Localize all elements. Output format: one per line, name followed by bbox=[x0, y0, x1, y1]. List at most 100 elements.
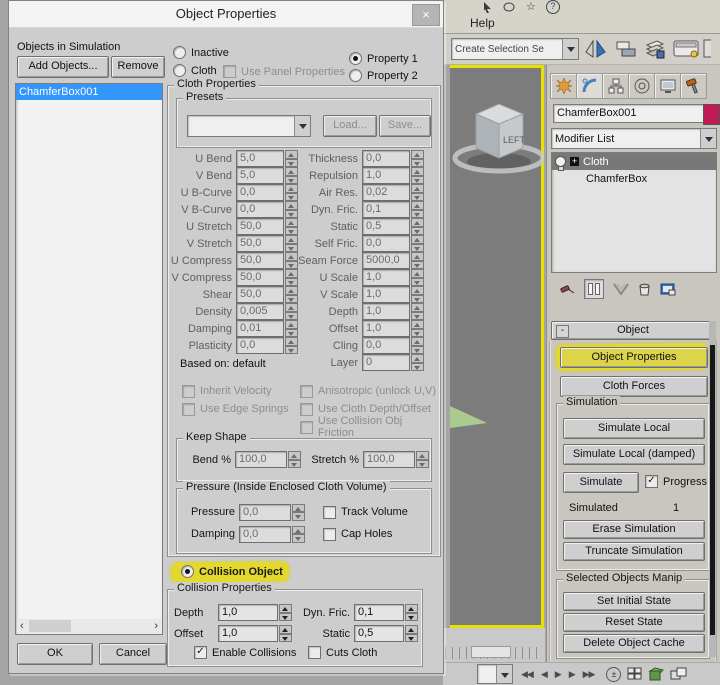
checkbox-box[interactable] bbox=[300, 421, 313, 434]
mirror-tool-icon[interactable] bbox=[585, 39, 609, 59]
spinner-up-icon[interactable] bbox=[292, 504, 305, 513]
spinner-up-icon[interactable] bbox=[411, 303, 424, 312]
param-value-field[interactable]: 0,0 bbox=[239, 526, 291, 543]
spinner-down-icon[interactable] bbox=[411, 278, 424, 287]
spinner-up-icon[interactable] bbox=[279, 625, 292, 634]
property2-radio[interactable]: Property 2 bbox=[349, 69, 418, 82]
param-value-field[interactable]: 1,0 bbox=[218, 625, 278, 642]
property1-radio[interactable]: Property 1 bbox=[349, 52, 418, 65]
next-frame-icon[interactable]: ▶ bbox=[565, 669, 579, 680]
panel-button[interactable]: Simulate Local bbox=[563, 418, 705, 439]
spinner-down-icon[interactable] bbox=[411, 295, 424, 304]
list-item[interactable]: ChamferBox001 bbox=[16, 84, 162, 100]
panel-button[interactable]: Reset State bbox=[563, 613, 705, 632]
param-value-field[interactable]: 100,0 bbox=[363, 451, 415, 468]
object-properties-button[interactable]: Object Properties bbox=[560, 347, 708, 368]
param-value-field[interactable]: 0,02 bbox=[362, 184, 410, 201]
param-value-field[interactable]: 0,0 bbox=[362, 150, 410, 167]
spinner-up-icon[interactable] bbox=[411, 150, 424, 159]
panel-scrollbar-thumb[interactable] bbox=[710, 345, 715, 635]
spinner-down-icon[interactable] bbox=[288, 460, 301, 469]
viewport[interactable]: LEFT bbox=[450, 65, 544, 628]
dialog-title-bar[interactable]: Object Properties × bbox=[9, 1, 443, 28]
scrollbar-thumb[interactable] bbox=[29, 620, 71, 632]
combo-arrow-icon[interactable] bbox=[562, 39, 578, 59]
param-value-field[interactable]: 1,0 bbox=[362, 167, 410, 184]
spinner-down-icon[interactable] bbox=[279, 613, 292, 622]
lasso-select-icon[interactable] bbox=[503, 2, 516, 13]
curve-editor-icon[interactable] bbox=[673, 38, 701, 60]
param-value-field[interactable]: 0,0 bbox=[239, 504, 291, 521]
checkbox-box[interactable] bbox=[323, 528, 336, 541]
pin-stack-icon[interactable] bbox=[559, 282, 575, 296]
spinner-up-icon[interactable] bbox=[411, 354, 424, 363]
cloth-option-checkbox[interactable]: Inherit Velocity bbox=[182, 382, 289, 400]
cloth-option-checkbox[interactable]: Use Edge Springs bbox=[182, 400, 289, 418]
tab-utilities[interactable] bbox=[680, 73, 707, 99]
layer-manager-icon[interactable] bbox=[643, 39, 667, 59]
spinner-control[interactable] bbox=[411, 286, 424, 303]
param-value-field[interactable]: 0 bbox=[362, 354, 410, 371]
spinner-control[interactable] bbox=[416, 451, 429, 468]
spinner-control[interactable] bbox=[411, 269, 424, 286]
spinner-down-icon[interactable] bbox=[411, 193, 424, 202]
zoom-extents-icon[interactable] bbox=[627, 667, 642, 681]
spinner-control[interactable] bbox=[411, 235, 424, 252]
checkbox-box[interactable] bbox=[182, 403, 195, 416]
param-value-field[interactable]: 5000,0 bbox=[362, 252, 410, 269]
rollout-object-header[interactable]: - Object bbox=[551, 321, 715, 340]
list-horizontal-scrollbar[interactable]: ‹ › bbox=[17, 619, 161, 633]
spinner-control[interactable] bbox=[411, 303, 424, 320]
spinner-up-icon[interactable] bbox=[292, 526, 305, 535]
object-name-field[interactable]: ChamferBox001 bbox=[553, 104, 705, 123]
remove-modifier-icon[interactable] bbox=[638, 282, 651, 296]
checkbox-box[interactable] bbox=[308, 646, 321, 659]
spinner-down-icon[interactable] bbox=[411, 227, 424, 236]
spinner-up-icon[interactable] bbox=[411, 269, 424, 278]
spinner-up-icon[interactable] bbox=[405, 604, 418, 613]
spinner-down-icon[interactable] bbox=[411, 210, 424, 219]
param-value-field[interactable]: 50,0 bbox=[236, 269, 284, 286]
star-favorites-icon[interactable]: ☆ bbox=[526, 2, 536, 13]
presets-dropdown[interactable] bbox=[187, 115, 311, 137]
tab-hierarchy[interactable] bbox=[602, 73, 629, 99]
spinner-up-icon[interactable] bbox=[288, 451, 301, 460]
make-unique-icon[interactable] bbox=[613, 283, 629, 296]
checkbox-box[interactable] bbox=[300, 385, 313, 398]
named-selection-set-combo[interactable]: Create Selection Se bbox=[451, 38, 579, 60]
zoom-extents-all-icon[interactable] bbox=[648, 667, 664, 682]
spinner-down-icon[interactable] bbox=[411, 176, 424, 185]
spinner-control[interactable] bbox=[405, 625, 418, 642]
truncate-simulation-button[interactable]: Truncate Simulation bbox=[563, 542, 705, 561]
panel-button[interactable]: Delete Object Cache bbox=[563, 634, 705, 653]
spinner-down-icon[interactable] bbox=[411, 261, 424, 270]
spinner-up-icon[interactable] bbox=[411, 235, 424, 244]
progress-checkbox[interactable]: ✓ Progress bbox=[645, 475, 707, 488]
previous-frame-icon[interactable]: ◀ bbox=[537, 669, 551, 680]
param-value-field[interactable]: 50,0 bbox=[236, 218, 284, 235]
radio-dot[interactable] bbox=[173, 64, 186, 77]
spinner-up-icon[interactable] bbox=[405, 625, 418, 634]
param-value-field[interactable]: 0,0 bbox=[236, 184, 284, 201]
spinner-control[interactable] bbox=[411, 337, 424, 354]
spinner-up-icon[interactable] bbox=[411, 286, 424, 295]
panel-button[interactable]: Set Initial State bbox=[563, 592, 705, 611]
spinner-control[interactable] bbox=[292, 526, 305, 543]
schematic-view-icon[interactable] bbox=[703, 38, 711, 60]
spinner-up-icon[interactable] bbox=[411, 167, 424, 176]
panel-scrollbar[interactable] bbox=[709, 321, 716, 657]
cloth-option-checkbox[interactable]: Use Collision Obj Friction bbox=[300, 418, 440, 436]
param-value-field[interactable]: 5,0 bbox=[236, 150, 284, 167]
spinner-up-icon[interactable] bbox=[416, 451, 429, 460]
spinner-control[interactable] bbox=[279, 604, 292, 621]
spinner-down-icon[interactable] bbox=[411, 363, 424, 372]
spinner-down-icon[interactable] bbox=[411, 159, 424, 168]
spinner-down-icon[interactable] bbox=[405, 634, 418, 643]
spinner-up-icon[interactable] bbox=[411, 337, 424, 346]
load-button[interactable]: Load... bbox=[323, 115, 377, 137]
spinner-down-icon[interactable] bbox=[292, 512, 305, 521]
param-value-field[interactable]: 1,0 bbox=[362, 320, 410, 337]
spinner-up-icon[interactable] bbox=[279, 604, 292, 613]
spinner-control[interactable] bbox=[411, 320, 424, 337]
go-to-start-icon[interactable]: ◀◀ bbox=[517, 669, 537, 680]
